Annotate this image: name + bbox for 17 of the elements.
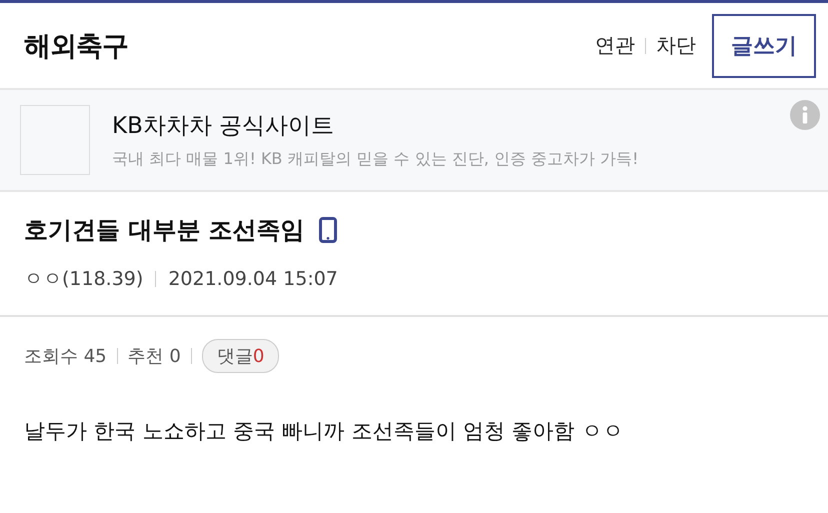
ad-thumbnail [20,105,90,175]
recommend-count: 추천 0 [128,345,181,368]
comment-button[interactable]: 댓글0 [202,339,280,373]
author-name: ㅇㅇ(118.39) [24,267,144,292]
ad-banner[interactable]: KB차차차 공식사이트 국내 최다 매물 1위! KB 캐피탈의 믿을 수 있는 진단, 인증 중고차가 가득! [0,90,828,192]
post-title: 호기견들 대부분 조선족임 [24,215,305,246]
post-body: 날두가 한국 노쇼하고 중국 빠니까 조선족들이 엄청 좋아함 ㅇㅇ [24,418,624,445]
info-icon[interactable] [790,100,820,130]
ad-description: 국내 최다 매물 1위! KB 캐피탈의 믿을 수 있는 진단, 인증 중고차가 가득! [112,149,640,170]
ad-title: KB차차차 공식사이트 [112,112,336,141]
mobile-icon [318,217,337,243]
header-link[interactable]: 차단 [656,32,696,59]
header-link[interactable]: 연관 [595,32,635,59]
write-button[interactable]: 글쓰기 [712,14,816,78]
view-count: 조회수 45 [24,345,107,368]
board-title: 해외축구 [24,30,128,64]
post-date: 2021.09.04 15:07 [168,268,338,290]
